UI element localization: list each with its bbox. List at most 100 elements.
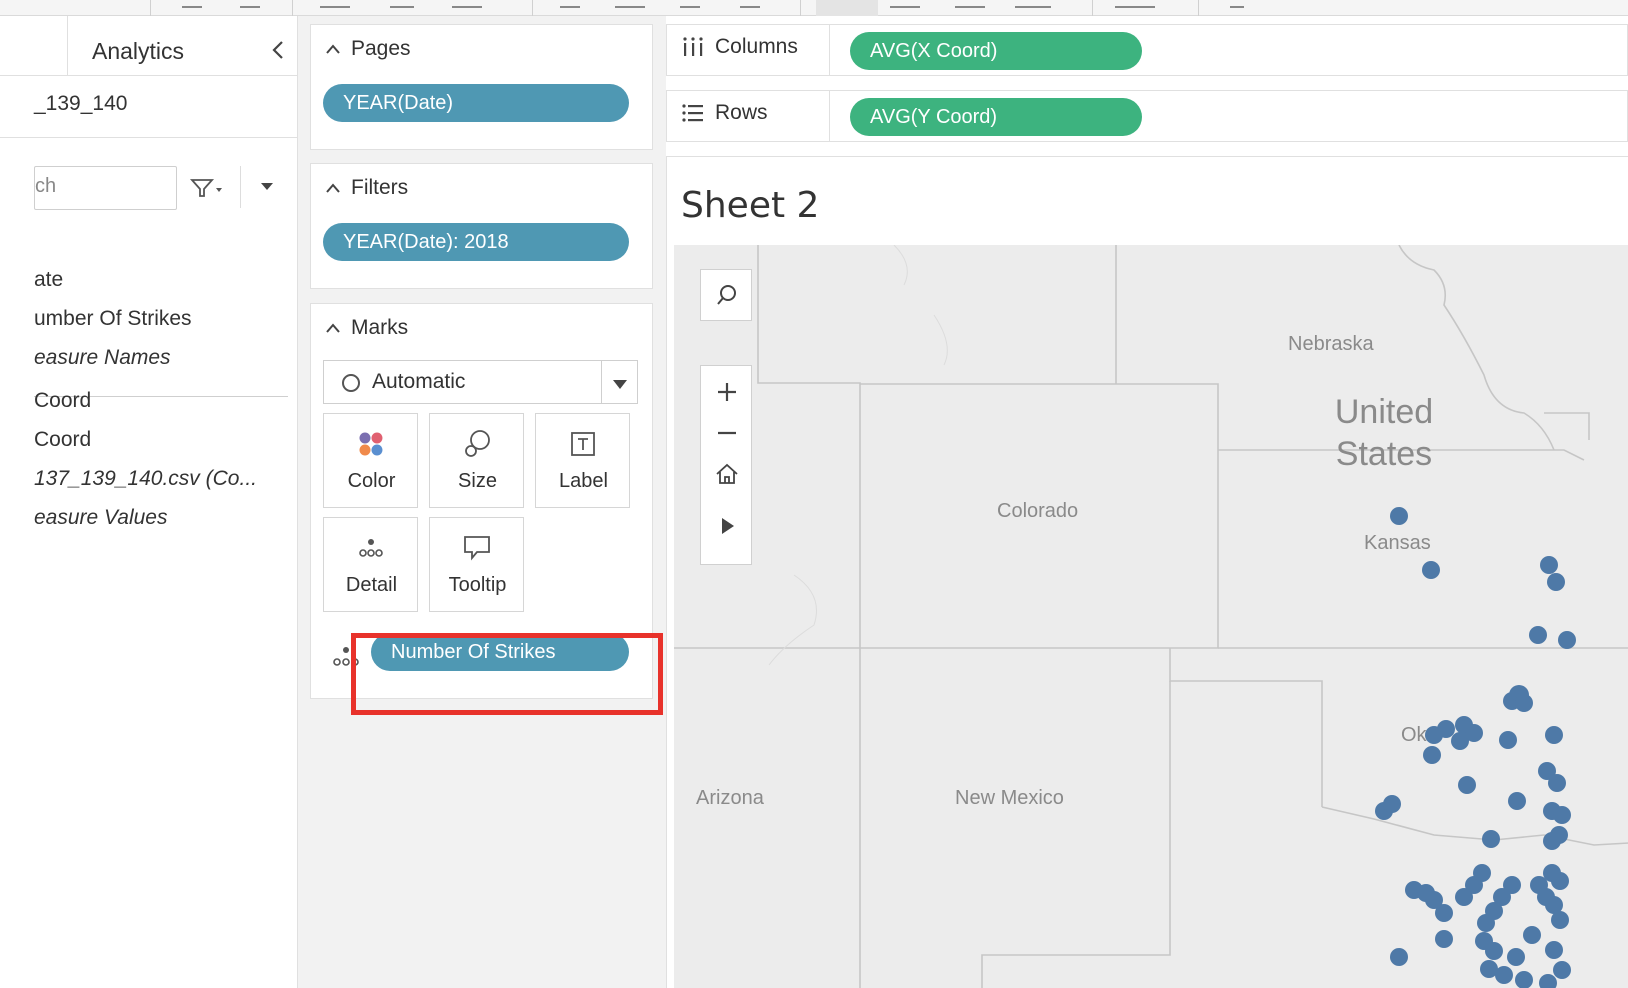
columns-pill[interactable]: AVG(X Coord) bbox=[850, 32, 1142, 70]
toolbar-separator bbox=[800, 0, 801, 16]
toolbar-separator bbox=[150, 0, 151, 16]
text-label-icon bbox=[571, 432, 595, 456]
toolbar-button[interactable] bbox=[955, 0, 985, 8]
shelves-column: Pages YEAR(Date) Filters YEAR(Date): 201… bbox=[298, 16, 666, 988]
toolbar-button[interactable] bbox=[615, 0, 645, 8]
tab-data[interactable] bbox=[0, 16, 68, 76]
top-toolbar bbox=[0, 0, 1628, 16]
chevron-up-icon[interactable] bbox=[325, 182, 341, 194]
filter-icon[interactable] bbox=[190, 176, 224, 200]
viz-area: Sheet 2 Nebraska United States Colorado … bbox=[666, 156, 1628, 988]
toolbar-button[interactable] bbox=[452, 0, 482, 8]
sheet-title[interactable]: Sheet 2 bbox=[681, 185, 819, 226]
detail-icon bbox=[359, 539, 383, 557]
caret-down-icon[interactable] bbox=[612, 378, 628, 390]
divider bbox=[829, 91, 830, 141]
rows-shelf[interactable]: Rows AVG(Y Coord) bbox=[666, 90, 1628, 142]
field-item[interactable]: easure Values bbox=[34, 506, 167, 530]
chevron-up-icon[interactable] bbox=[325, 43, 341, 55]
detail-label: Detail bbox=[345, 574, 398, 596]
mark-type-dropdown[interactable]: Automatic bbox=[323, 360, 638, 404]
filters-card: Filters YEAR(Date): 2018 bbox=[310, 163, 653, 289]
toolbar-button-active[interactable] bbox=[816, 0, 878, 16]
toolbar-button[interactable] bbox=[680, 0, 700, 8]
strike-points bbox=[1375, 507, 1576, 988]
color-icon bbox=[359, 432, 383, 456]
field-item[interactable]: ate bbox=[34, 268, 63, 292]
toolbar-button[interactable] bbox=[320, 0, 350, 8]
columns-label: Columns bbox=[681, 35, 798, 59]
size-icon bbox=[465, 430, 490, 457]
tab-analytics[interactable]: Analytics bbox=[92, 38, 184, 65]
rows-label: Rows bbox=[681, 101, 768, 125]
data-pane-tabs: Analytics bbox=[0, 16, 298, 76]
toolbar-button[interactable] bbox=[1115, 0, 1155, 8]
map-view[interactable]: Nebraska United States Colorado Kansas A… bbox=[674, 245, 1628, 988]
search-icon bbox=[717, 285, 736, 305]
tooltip-icon bbox=[464, 536, 490, 561]
field-item[interactable]: Coord bbox=[34, 389, 91, 413]
marks-header[interactable]: Marks bbox=[325, 316, 408, 340]
divider bbox=[240, 166, 241, 208]
field-item[interactable]: umber Of Strikes bbox=[34, 307, 192, 331]
zoom-in-icon[interactable] bbox=[715, 380, 739, 404]
play-icon[interactable] bbox=[715, 514, 739, 538]
pages-title: Pages bbox=[351, 37, 411, 60]
label-button[interactable]: Label bbox=[535, 413, 630, 508]
divider bbox=[829, 25, 830, 75]
zoom-out-icon[interactable] bbox=[715, 421, 739, 445]
field-search-input[interactable]: ch bbox=[34, 166, 177, 210]
search-placeholder: ch bbox=[35, 175, 57, 197]
filter-pill[interactable]: YEAR(Date): 2018 bbox=[323, 223, 629, 261]
toolbar-button[interactable] bbox=[240, 0, 260, 8]
toolbar-button[interactable] bbox=[890, 0, 920, 8]
divider bbox=[0, 137, 298, 138]
rows-icon bbox=[682, 104, 703, 122]
toolbar-separator bbox=[292, 0, 293, 16]
toolbar-separator bbox=[1092, 0, 1093, 16]
filters-title: Filters bbox=[351, 176, 409, 199]
toolbar-button[interactable] bbox=[740, 0, 760, 8]
pill-label: AVG(Y Coord) bbox=[870, 105, 998, 128]
toolbar-separator bbox=[1198, 0, 1199, 16]
chevron-left-icon[interactable] bbox=[268, 38, 288, 62]
pill-label: YEAR(Date) bbox=[343, 91, 454, 114]
data-pane: Analytics _139_140 ch ate umber Of Strik… bbox=[0, 16, 298, 988]
datasource-name[interactable]: _139_140 bbox=[34, 92, 127, 116]
mark-type-label: Automatic bbox=[372, 370, 466, 393]
tooltip-button[interactable]: Tooltip bbox=[429, 517, 524, 612]
pages-header[interactable]: Pages bbox=[325, 37, 411, 61]
field-item[interactable]: easure Names bbox=[34, 346, 171, 370]
toolbar-separator bbox=[532, 0, 533, 16]
size-button[interactable]: Size bbox=[429, 413, 524, 508]
toolbar-button[interactable] bbox=[390, 0, 414, 8]
map-search-button[interactable] bbox=[700, 269, 752, 321]
toolbar-button[interactable] bbox=[182, 0, 202, 8]
toolbar-button[interactable] bbox=[560, 0, 580, 8]
toolbar-button[interactable] bbox=[1230, 0, 1244, 8]
zoom-controls bbox=[700, 365, 752, 565]
color-button[interactable]: Color bbox=[323, 413, 418, 508]
pages-card: Pages YEAR(Date) bbox=[310, 24, 653, 150]
divider bbox=[601, 361, 602, 403]
color-label: Color bbox=[347, 470, 396, 492]
label-label: Label bbox=[559, 470, 608, 492]
highlight-box bbox=[351, 633, 663, 715]
filters-header[interactable]: Filters bbox=[325, 176, 408, 200]
tooltip-label: Tooltip bbox=[448, 574, 507, 596]
home-icon[interactable] bbox=[715, 462, 739, 486]
columns-shelf[interactable]: Columns AVG(X Coord) bbox=[666, 24, 1628, 76]
columns-title: Columns bbox=[715, 35, 798, 58]
caret-down-icon[interactable] bbox=[260, 182, 274, 192]
detail-button[interactable]: Detail bbox=[323, 517, 418, 612]
marks-title: Marks bbox=[351, 316, 409, 339]
toolbar-button[interactable] bbox=[1015, 0, 1051, 8]
chevron-up-icon[interactable] bbox=[325, 322, 341, 334]
field-item[interactable]: Coord bbox=[34, 428, 91, 452]
circle-icon bbox=[342, 374, 360, 392]
rows-title: Rows bbox=[715, 101, 768, 124]
pill-label: YEAR(Date): 2018 bbox=[343, 230, 509, 253]
rows-pill[interactable]: AVG(Y Coord) bbox=[850, 98, 1142, 136]
field-item[interactable]: 137_139_140.csv (Co... bbox=[34, 467, 257, 491]
pages-pill[interactable]: YEAR(Date) bbox=[323, 84, 629, 122]
